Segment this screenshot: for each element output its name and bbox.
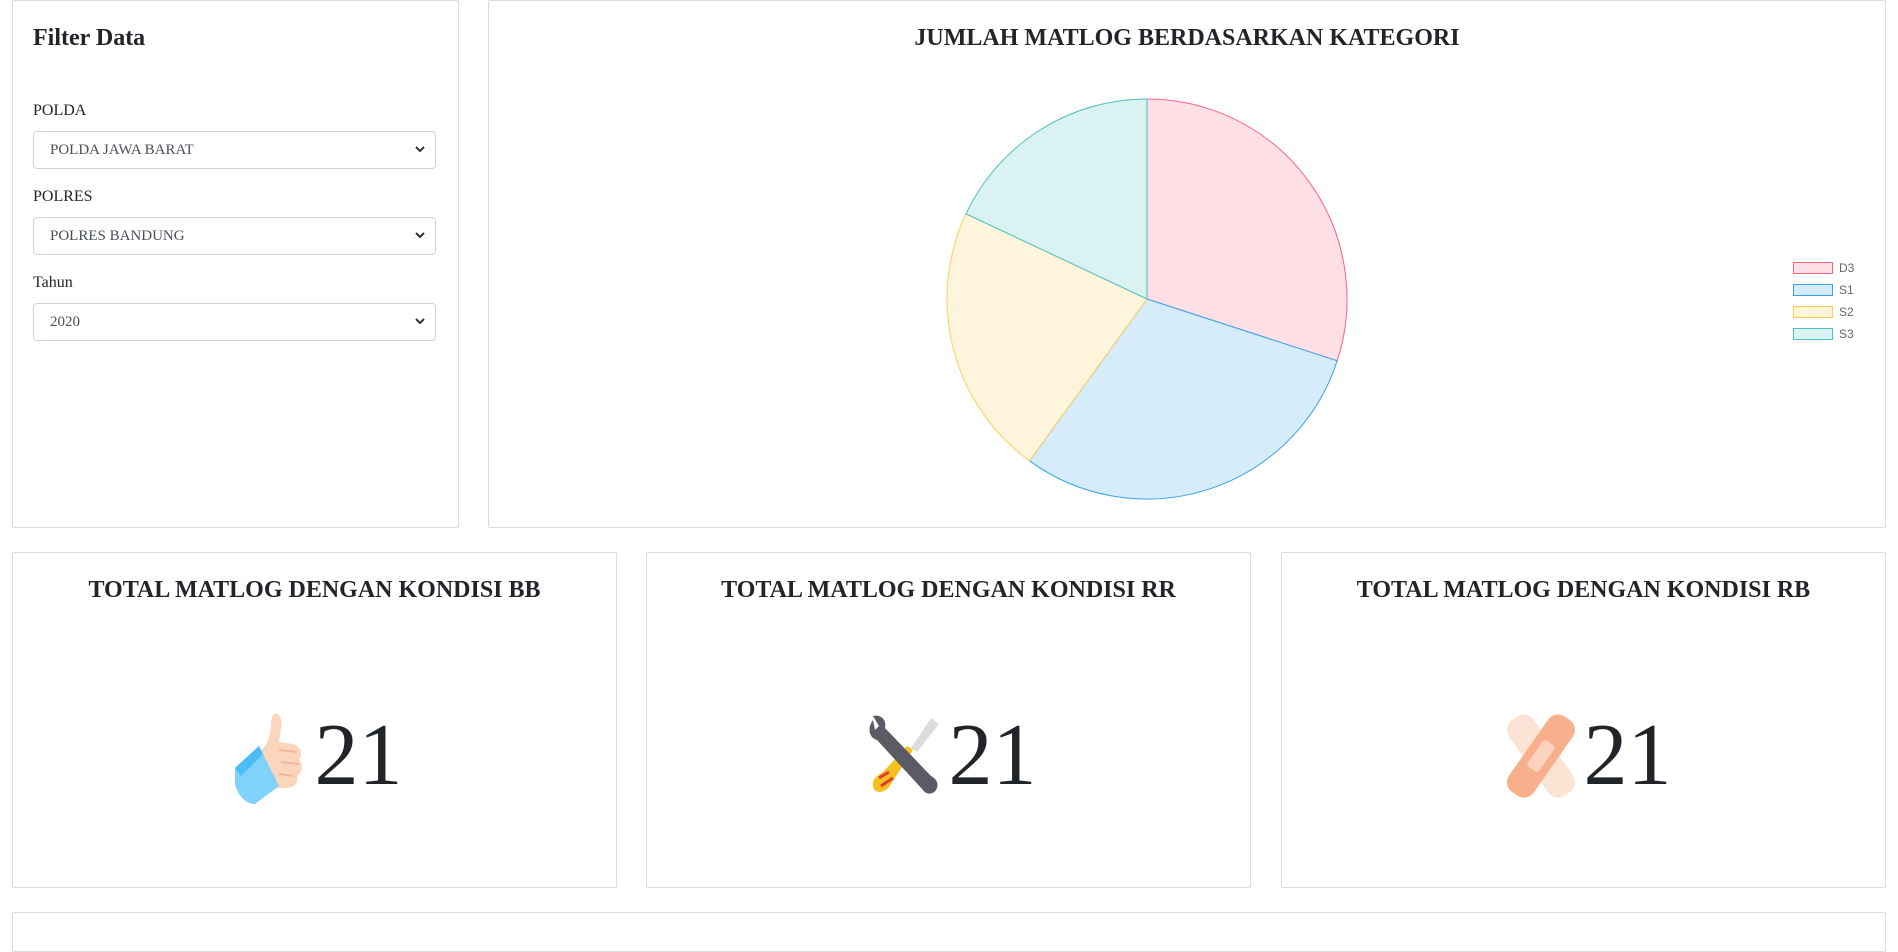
stat-card-rb: TOTAL MATLOG DENGAN KONDISI RB 21 xyxy=(1281,552,1886,888)
stat-title-rr: TOTAL MATLOG DENGAN KONDISI RR xyxy=(721,577,1176,603)
legend-swatch xyxy=(1793,306,1833,318)
stat-card-rr: TOTAL MATLOG DENGAN KONDISI RR 21 xyxy=(646,552,1251,888)
polda-select[interactable]: POLDA JAWA BARAT xyxy=(33,131,436,169)
polda-label: POLDA xyxy=(33,102,87,119)
legend-label: S1 xyxy=(1839,283,1854,297)
category-chart-card: JUMLAH MATLOG BERDASARKAN KATEGORI D3 S1 S… xyxy=(488,0,1886,528)
legend-label: S2 xyxy=(1839,305,1854,319)
legend-item-s3[interactable]: S3 xyxy=(1793,323,1854,345)
chevron-down-icon xyxy=(415,146,425,153)
legend-swatch xyxy=(1793,284,1833,296)
tahun-label: Tahun xyxy=(33,274,73,291)
stat-value-bb: 21 xyxy=(314,707,403,804)
legend-item-s1[interactable]: S1 xyxy=(1793,279,1854,301)
legend-swatch xyxy=(1793,328,1833,340)
tahun-select-value: 2020 xyxy=(50,314,80,330)
bottom-card xyxy=(12,912,1886,952)
polres-select-value: POLRES BANDUNG xyxy=(50,228,185,244)
polda-select-value: POLDA JAWA BARAT xyxy=(50,142,194,158)
stat-card-bb: TOTAL MATLOG DENGAN KONDISI BB 21 xyxy=(12,552,617,888)
wrench-screwdriver-icon xyxy=(869,715,939,794)
filter-title: Filter Data xyxy=(33,25,146,51)
stat-title-bb: TOTAL MATLOG DENGAN KONDISI BB xyxy=(88,577,541,603)
pie-chart xyxy=(946,98,1348,500)
chart-legend: D3 S1 S2 S3 xyxy=(1793,257,1854,345)
chevron-down-icon xyxy=(415,318,425,325)
chevron-down-icon xyxy=(415,232,425,239)
stat-value-rr: 21 xyxy=(948,707,1037,804)
legend-label: S3 xyxy=(1839,327,1854,341)
thumbs-up-icon xyxy=(234,713,302,804)
tahun-select[interactable]: 2020 xyxy=(33,303,436,341)
bandage-icon xyxy=(1506,714,1575,798)
stat-value-rb: 21 xyxy=(1583,707,1672,804)
polres-label: POLRES xyxy=(33,188,93,205)
stat-title-rb: TOTAL MATLOG DENGAN KONDISI RB xyxy=(1356,577,1811,603)
legend-label: D3 xyxy=(1839,261,1855,275)
legend-item-s2[interactable]: S2 xyxy=(1793,301,1854,323)
polres-select[interactable]: POLRES BANDUNG xyxy=(33,217,436,255)
legend-item-d3[interactable]: D3 xyxy=(1793,257,1854,279)
legend-swatch xyxy=(1793,262,1833,274)
filter-panel: Filter Data POLDA POLDA JAWA BARAT POLRE… xyxy=(12,0,459,528)
